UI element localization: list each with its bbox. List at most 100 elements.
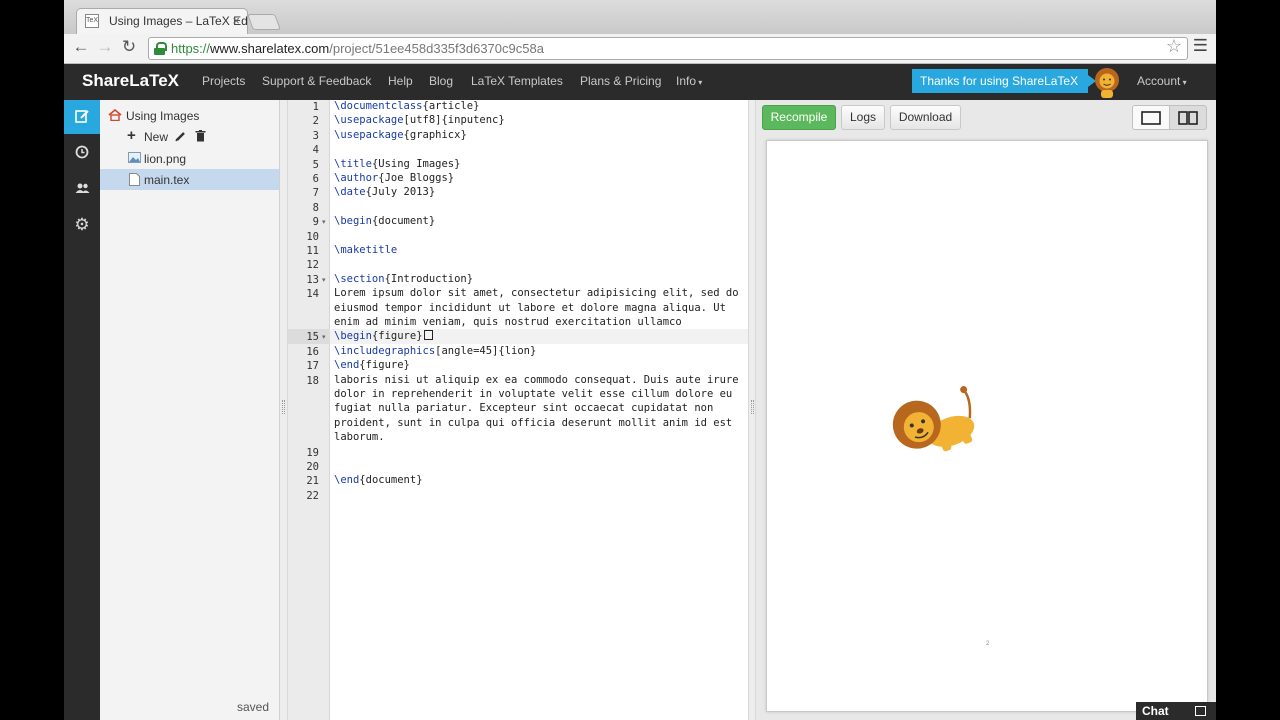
url-host: www.sharelatex.com — [210, 41, 330, 56]
file-item-lion-png[interactable]: lion.png — [100, 148, 279, 169]
forward-icon[interactable]: → — [94, 37, 116, 57]
recompile-button[interactable]: Recompile — [762, 105, 836, 130]
new-file-button[interactable]: New — [144, 130, 168, 144]
code-line: dolor in reprehenderit in voluptate veli… — [334, 388, 733, 400]
file-name: main.tex — [144, 173, 190, 187]
app-navbar: ShareLaTeX Projects Support & Feedback H… — [64, 64, 1216, 100]
pdf-resize-handle[interactable] — [748, 100, 756, 720]
url-path: /project/51ee458d335f3d6370c9c58a — [329, 41, 544, 56]
project-root[interactable]: Using Images — [100, 106, 279, 127]
line-number: 13 — [306, 273, 319, 286]
line-number: 14 — [306, 288, 319, 301]
fold-arrow-icon[interactable]: ▾ — [322, 333, 326, 341]
document-file-icon — [129, 173, 140, 186]
fold-arrow-icon[interactable]: ▾ — [322, 276, 326, 284]
line-number: 4 — [312, 144, 319, 157]
pencil-icon[interactable] — [175, 130, 187, 142]
url-scheme: https:// — [171, 41, 211, 56]
code-line: \title{Using Images} — [334, 157, 461, 170]
lock-icon — [154, 42, 167, 55]
reload-icon[interactable]: ↻ — [118, 37, 140, 57]
code-line: \documentclass{article} — [334, 100, 480, 112]
plus-icon: + — [127, 127, 136, 144]
single-pane-icon — [1141, 111, 1161, 125]
browser-tab[interactable]: TeX Using Images – LaTeX Edit × — [76, 8, 248, 34]
nav-plans[interactable]: Plans & Pricing — [580, 74, 661, 88]
download-button[interactable]: Download — [890, 105, 961, 130]
thanks-banner: Thanks for using ShareLaTeX — [912, 69, 1097, 93]
file-tree: Using Images + New lion.png main.tex sav… — [100, 100, 280, 720]
lion-image — [892, 386, 975, 452]
split-view-button[interactable] — [1169, 105, 1207, 130]
code-line: \begin{figure} — [334, 330, 433, 342]
project-name: Using Images — [126, 109, 200, 123]
line-number: 1 — [312, 101, 319, 113]
chat-window-icon — [1195, 706, 1206, 716]
line-number: 17 — [306, 360, 319, 373]
chat-button[interactable]: Chat — [1136, 702, 1216, 720]
nav-help[interactable]: Help — [388, 74, 413, 88]
line-number: 2 — [312, 115, 319, 128]
line-number-gutter: 1 2 3 4 5 6 7 8 9 ▾ 10 11 12 13 ▾ 14 15 ▾ 16 17 18 19 20 21 22 — [288, 100, 330, 720]
code-line: \usepackage[utf8]{inputenc} — [334, 114, 505, 127]
collaborators-rail-button[interactable] — [64, 172, 100, 206]
pdf-page: 2 — [766, 140, 1208, 712]
code-line: \begin{document} — [334, 215, 436, 228]
nav-projects[interactable]: Projects — [202, 74, 245, 88]
logs-button[interactable]: Logs — [841, 105, 885, 130]
code-line: \end{document} — [334, 474, 423, 487]
grip-icon — [282, 400, 285, 414]
nav-templates[interactable]: LaTeX Templates — [471, 74, 563, 88]
history-icon — [75, 145, 89, 159]
page-number: 2 — [986, 641, 990, 647]
code-line: \end{figure} — [334, 359, 410, 372]
file-name: lion.png — [144, 152, 187, 166]
code-line: Lorem ipsum dolor sit amet, consectetur … — [334, 287, 739, 300]
nav-support[interactable]: Support & Feedback — [262, 74, 371, 88]
code-line: laboris nisi ut aliquip ex ea commodo co… — [334, 373, 739, 386]
code-line: enim ad minim veniam, quis nostrud exerc… — [334, 316, 682, 328]
nav-account[interactable]: Account ▾ — [1137, 74, 1187, 88]
text-cursor — [423, 330, 433, 341]
nav-info-label: Info — [676, 74, 697, 88]
address-bar[interactable]: https://www.sharelatex.com/project/51ee4… — [148, 37, 1188, 60]
code-line: \maketitle — [334, 244, 398, 256]
file-item-main-tex[interactable]: main.tex — [100, 169, 279, 190]
nav-info[interactable]: Info ▾ — [676, 74, 702, 88]
single-pane-view-button[interactable] — [1132, 105, 1170, 130]
browser-menu-icon[interactable]: ☰ — [1193, 36, 1208, 56]
image-file-icon — [128, 152, 141, 163]
nav-blog[interactable]: Blog — [429, 74, 453, 88]
line-number: 22 — [306, 489, 319, 502]
code-line: \section{Introduction} — [334, 272, 474, 285]
back-icon[interactable]: ← — [70, 37, 92, 57]
tree-resize-handle[interactable] — [280, 100, 288, 720]
code-line: \usepackage{graphicx} — [334, 128, 467, 141]
chat-label: Chat — [1142, 704, 1169, 718]
pdf-pane: Recompile Logs Download 2 — [756, 100, 1216, 720]
line-number: 21 — [306, 475, 319, 488]
trash-icon[interactable] — [195, 130, 206, 142]
line-number: 11 — [306, 245, 319, 257]
line-number: 16 — [306, 345, 319, 358]
settings-rail-button[interactable]: ⚙ — [64, 208, 100, 242]
editor-rail-button[interactable] — [64, 100, 100, 134]
grip-icon — [751, 400, 754, 414]
bookmark-star-icon[interactable]: ☆ — [1166, 36, 1182, 57]
tree-actions: + New — [100, 127, 279, 148]
line-number: 9 — [312, 216, 319, 229]
gear-icon: ⚙ — [74, 215, 90, 234]
code-editor[interactable]: \documentclass{article} \usepackage[utf8… — [330, 100, 748, 720]
line-number: 5 — [312, 158, 319, 171]
tab-title: Using Images – LaTeX Edit — [109, 14, 248, 28]
history-rail-button[interactable] — [64, 136, 100, 170]
new-tab-button[interactable] — [247, 14, 281, 30]
code-line: proident, sunt in culpa qui officia dese… — [334, 416, 733, 429]
home-icon — [108, 109, 122, 121]
nav-account-label: Account — [1137, 74, 1181, 88]
brand-logo[interactable]: ShareLaTeX — [82, 71, 179, 91]
code-line: fugiat nulla pariatur. Excepteur sint oc… — [334, 402, 714, 415]
caret-down-icon: ▾ — [696, 78, 703, 87]
fold-arrow-icon[interactable]: ▾ — [322, 218, 326, 226]
close-tab-icon[interactable]: × — [232, 13, 240, 28]
